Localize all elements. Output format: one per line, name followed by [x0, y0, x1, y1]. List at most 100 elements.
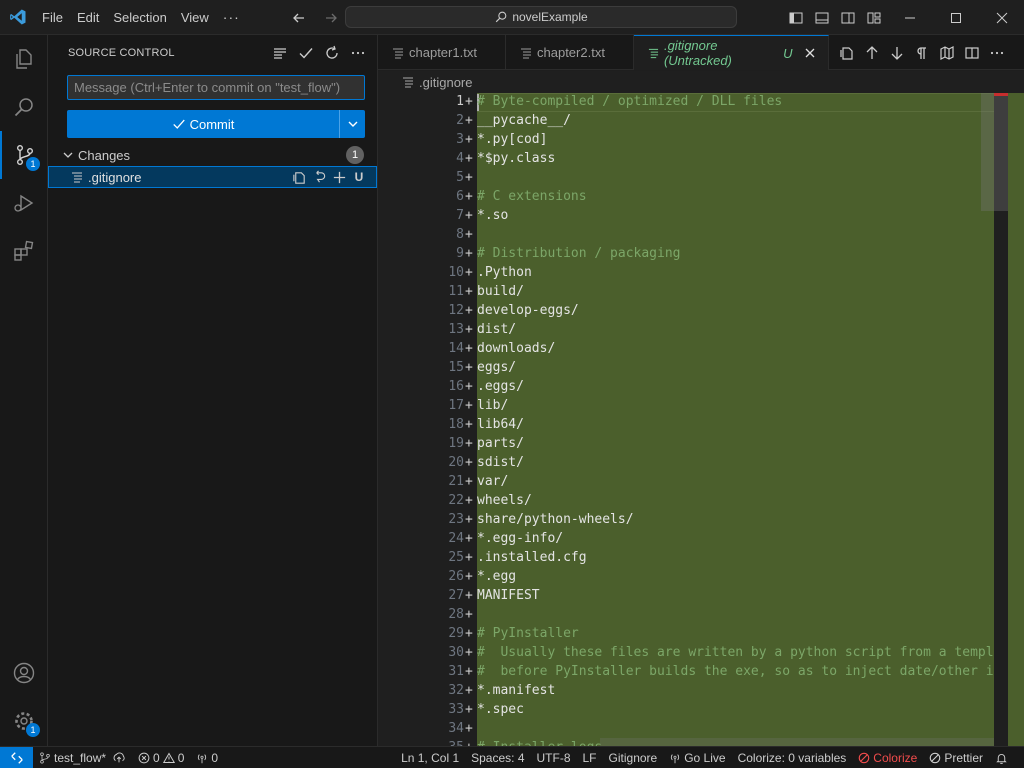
tab-chapter1[interactable]: chapter1.txt [378, 35, 506, 70]
prettier-status[interactable]: Prettier [923, 747, 989, 768]
code-line: wheels/ [477, 493, 532, 508]
menu-file[interactable]: File [35, 0, 70, 35]
next-change-icon[interactable] [884, 35, 909, 70]
commit-message-input[interactable] [67, 75, 365, 100]
menu-edit[interactable]: Edit [70, 0, 106, 35]
line-number: 19 [448, 436, 464, 451]
close-window-icon[interactable] [979, 0, 1024, 35]
code-line: # Usually these files are written by a p… [477, 645, 1002, 660]
error-count: 0 [153, 750, 160, 765]
commit-check-icon[interactable] [295, 42, 317, 64]
vscode-logo-icon [0, 0, 35, 35]
minimize-icon[interactable] [887, 0, 933, 35]
open-preview-icon[interactable] [934, 35, 959, 70]
split-editor-icon[interactable] [959, 35, 984, 70]
encoding-status[interactable]: UTF-8 [531, 747, 577, 768]
search-icon [496, 11, 507, 23]
added-line-marker: + [465, 151, 473, 166]
indentation-status[interactable]: Spaces: 4 [465, 747, 530, 768]
line-number: 16 [448, 379, 464, 394]
explorer-icon[interactable] [0, 35, 48, 83]
changes-label: Changes [78, 147, 131, 163]
previous-change-icon[interactable] [859, 35, 884, 70]
command-center-search[interactable]: novelExample [345, 6, 737, 28]
line-number: 5 [456, 170, 464, 185]
code-line: develop-eggs/ [477, 303, 579, 318]
overview-ruler[interactable] [1008, 93, 1024, 746]
pilcrow-icon[interactable] [909, 35, 934, 70]
cursor-position[interactable]: Ln 1, Col 1 [395, 747, 465, 768]
toggle-primary-sidebar-icon[interactable] [783, 0, 809, 35]
customize-layout-icon[interactable] [861, 0, 887, 35]
added-line-marker: + [465, 664, 473, 679]
menu-more-icon[interactable]: ··· [216, 9, 247, 25]
tab-chapter2[interactable]: chapter2.txt [506, 35, 634, 70]
code-line: *.spec [477, 702, 524, 717]
ports-status[interactable]: 0 [190, 747, 224, 768]
line-number: 2 [456, 113, 464, 128]
line-number: 3 [456, 132, 464, 147]
search-text: novelExample [512, 10, 588, 24]
line-number: 25 [448, 550, 464, 565]
title-controls [783, 0, 1024, 35]
added-line-marker: + [465, 170, 473, 185]
language-mode[interactable]: Gitignore [603, 747, 664, 768]
forward-arrow-icon[interactable] [320, 7, 342, 29]
notifications-bell-icon[interactable] [989, 747, 1014, 768]
source-control-icon[interactable]: 1 [0, 131, 48, 179]
changes-group-header[interactable]: Changes 1 [48, 144, 377, 166]
manage-gear-icon[interactable]: 1 [0, 697, 48, 745]
commit-main-button[interactable]: Commit [67, 110, 339, 138]
commit-dropdown-button[interactable] [339, 110, 365, 138]
code-line: parts/ [477, 436, 524, 451]
code-line: # PyInstaller [477, 626, 579, 641]
code-line: __pycache__/ [477, 113, 571, 128]
discard-changes-icon[interactable] [310, 168, 328, 186]
breadcrumb-file[interactable]: .gitignore [419, 75, 472, 90]
menu-selection[interactable]: Selection [106, 0, 173, 35]
changed-file-row[interactable]: .gitignore U [48, 166, 377, 188]
view-as-list-icon[interactable] [269, 42, 291, 64]
added-line-marker: + [465, 455, 473, 470]
added-line-marker: + [465, 417, 473, 432]
extensions-icon[interactable] [0, 227, 48, 275]
sync-icon[interactable] [112, 747, 132, 768]
search-view-icon[interactable] [0, 83, 48, 131]
problems-status[interactable]: 0 0 [132, 747, 190, 768]
open-file-icon[interactable] [290, 168, 308, 186]
horizontal-scrollbar[interactable] [600, 738, 994, 746]
run-debug-icon[interactable] [0, 179, 48, 227]
line-number: 12 [448, 303, 464, 318]
tab-status: U [783, 45, 793, 61]
refresh-icon[interactable] [321, 42, 343, 64]
added-line-marker: + [465, 284, 473, 299]
stage-changes-icon[interactable] [330, 168, 348, 186]
close-icon[interactable] [802, 44, 818, 62]
toggle-panel-icon[interactable] [809, 0, 835, 35]
check-icon [172, 119, 185, 129]
open-changes-icon[interactable] [834, 35, 859, 70]
branch-status[interactable]: test_flow* [33, 747, 112, 768]
colorize-variables-status[interactable]: Colorize: 0 variables [732, 747, 853, 768]
code-line: .Python [477, 265, 532, 280]
toggle-secondary-sidebar-icon[interactable] [835, 0, 861, 35]
code-text-area[interactable]: # Byte-compiled / optimized / DLL files _… [477, 93, 1001, 746]
added-line-marker: + [465, 246, 473, 261]
code-line: .eggs/ [477, 379, 524, 394]
menu-view[interactable]: View [174, 0, 216, 35]
eol-status[interactable]: LF [577, 747, 603, 768]
line-number: 26 [448, 569, 464, 584]
go-live-button[interactable]: Go Live [663, 747, 731, 768]
vertical-scrollbar-thumb[interactable] [981, 93, 1008, 211]
maximize-icon[interactable] [933, 0, 979, 35]
remote-indicator-icon[interactable] [0, 746, 33, 768]
menu-bar: File Edit Selection View ··· [35, 0, 247, 35]
tab-gitignore[interactable]: .gitignore (Untracked) U [634, 35, 829, 70]
editor-more-icon[interactable] [984, 35, 1009, 70]
accounts-icon[interactable] [0, 649, 48, 697]
code-editor[interactable]: 1 +2 +3 +4 +5 +6 +7 +8 +9 +10 +11 +12 +13 +14 +15 +16 +1… [378, 93, 1024, 746]
line-number: 35 [378, 738, 464, 746]
back-arrow-icon[interactable] [288, 7, 310, 29]
more-actions-icon[interactable] [347, 42, 369, 64]
colorize-button[interactable]: Colorize [852, 747, 923, 768]
